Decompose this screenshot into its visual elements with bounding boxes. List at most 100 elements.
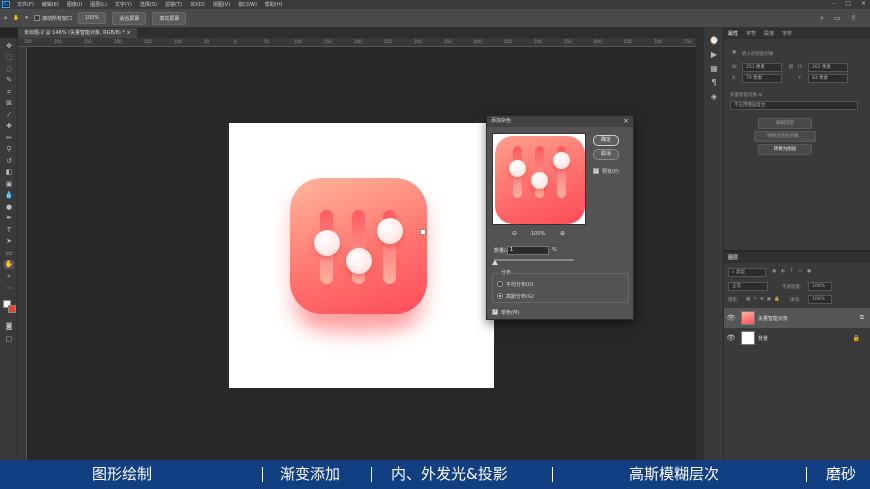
healing-tool-icon[interactable]: ✚ <box>4 122 14 131</box>
quick-select-tool-icon[interactable]: ✎ <box>4 76 14 85</box>
monochromatic-checkbox[interactable]: ✓ <box>492 309 498 315</box>
blend-mode-select[interactable]: 正常 <box>728 282 768 291</box>
eraser-tool-icon[interactable]: ◧ <box>4 168 14 177</box>
menu-image[interactable]: 图像(I) <box>63 1 86 8</box>
brush-tool-icon[interactable]: ✏ <box>4 134 14 143</box>
more-tools-icon[interactable]: ⋯ <box>4 284 14 293</box>
link-icon[interactable]: ⛓ <box>788 65 794 70</box>
edit-contents-button[interactable]: 编辑内容 <box>758 118 812 129</box>
fill-field[interactable]: 100% <box>808 295 832 304</box>
blur-tool-icon[interactable]: 💧 <box>4 191 14 200</box>
hand-tool-icon[interactable]: ✋ <box>13 15 19 21</box>
layer-comp-select[interactable]: 不应用图层复合 <box>730 101 858 110</box>
opacity-field[interactable]: 100% <box>808 282 832 291</box>
preview-checkbox[interactable]: ✓ <box>593 168 599 174</box>
menu-layer[interactable]: 图层(L) <box>86 1 111 8</box>
dialog-titlebar[interactable]: 添加杂色 × <box>487 116 633 127</box>
menu-window[interactable]: 窗口(W) <box>234 1 261 8</box>
fill-screen-button[interactable]: 填充屏幕 <box>152 11 187 25</box>
gradient-tool-icon[interactable]: ▣ <box>4 180 14 189</box>
path-select-tool-icon[interactable]: ➤ <box>4 237 14 246</box>
zoom-100-button[interactable]: 100% <box>77 12 107 24</box>
lock-icons[interactable]: ▦✎✥▣🔒 <box>746 297 783 302</box>
uniform-radio[interactable] <box>497 281 503 287</box>
close-icon[interactable]: × <box>623 116 629 127</box>
amount-input[interactable]: 1 <box>507 246 549 255</box>
layer-row[interactable]: 👁 背景 🔒 <box>724 328 870 348</box>
move-tool-icon[interactable]: ✥ <box>4 42 14 51</box>
tab-properties[interactable]: 属性 <box>728 30 738 37</box>
preview-icon <box>495 136 585 224</box>
history-brush-icon[interactable]: ↺ <box>4 157 14 166</box>
convert-to-layers-button[interactable]: 转换为图层 <box>758 144 812 155</box>
close-icon[interactable]: ✕ <box>861 0 866 9</box>
cancel-button[interactable]: 取消 <box>593 149 619 160</box>
tab-glyphs[interactable]: 字形 <box>782 30 792 37</box>
mixer-app-icon[interactable] <box>290 178 427 314</box>
hand-tool-icon[interactable]: ✋ <box>4 260 14 269</box>
actions-icon[interactable]: ▶ <box>709 50 719 60</box>
menu-view[interactable]: 视图(V) <box>209 1 234 8</box>
menu-edit[interactable]: 编辑(E) <box>38 1 63 8</box>
menu-type[interactable]: 文字(Y) <box>111 1 136 8</box>
ruler-tick-label: 0 <box>234 39 237 44</box>
h-field[interactable]: 262 像素 <box>808 63 848 72</box>
maximize-icon[interactable]: □ <box>845 0 851 9</box>
visibility-eye-icon[interactable]: 👁 <box>724 314 738 322</box>
stamp-tool-icon[interactable]: ⚲ <box>4 145 14 154</box>
menu-3d[interactable]: 3D(D) <box>186 2 209 8</box>
menu-file[interactable]: 文件(F) <box>13 1 38 8</box>
frame-tool-icon[interactable]: ⊠ <box>4 99 14 108</box>
ok-button[interactable]: 确定 <box>593 135 619 146</box>
type-tool-icon[interactable]: T <box>4 226 14 235</box>
menu-help[interactable]: 帮助(H) <box>261 1 287 8</box>
paragraph-icon[interactable]: ¶ <box>709 78 719 88</box>
ruler-tick-label: 350 <box>24 39 32 44</box>
amount-slider-thumb[interactable] <box>491 260 498 265</box>
layer-row[interactable]: 👁 矢量智能对象 ⧉ <box>724 308 870 328</box>
workspace-icon[interactable]: ▭ <box>834 14 841 23</box>
fit-screen-button[interactable]: 适合屏幕 <box>112 11 147 25</box>
home-icon[interactable]: ⌂ <box>4 15 7 21</box>
background-color-swatch[interactable] <box>8 305 16 313</box>
dodge-tool-icon[interactable]: ● <box>4 203 14 212</box>
visibility-eye-icon[interactable]: 👁 <box>724 334 738 342</box>
crop-tool-icon[interactable]: ⌗ <box>4 88 14 97</box>
x-field[interactable]: 79 像素 <box>742 74 782 83</box>
history-icon[interactable]: ⌚ <box>709 36 719 46</box>
zoom-tool-icon[interactable]: ⌕ <box>4 272 14 281</box>
screen-mode-icon[interactable]: ▢ <box>4 335 14 344</box>
tab-close-icon[interactable]: × <box>126 30 130 36</box>
tab-character[interactable]: 字符 <box>746 30 756 37</box>
quick-mask-icon[interactable]: ◙ <box>4 322 14 331</box>
minimize-icon[interactable]: – <box>832 0 835 9</box>
tab-paragraph[interactable]: 段落 <box>764 30 774 37</box>
y-field[interactable]: 83 像素 <box>808 74 848 83</box>
tab-layers[interactable]: 图层 <box>728 254 738 261</box>
dialog-preview[interactable] <box>492 133 586 225</box>
gaussian-radio[interactable] <box>497 293 503 299</box>
convert-linked-button[interactable]: 转换为链接对象... <box>754 131 816 142</box>
menu-select[interactable]: 选择(S) <box>136 1 161 8</box>
tools-panel: ✥ ⬚ ◌ ✎ ⌗ ⊠ ⁄ ✚ ✏ ⚲ ↺ ◧ ▣ 💧 ● ✒ T ➤ ▭ ✋ … <box>0 38 18 460</box>
transform-handle[interactable] <box>420 229 426 235</box>
search-icon[interactable]: ⌕ <box>820 14 824 23</box>
share-icon[interactable]: ⇪ <box>851 14 857 23</box>
photoshop-logo[interactable]: Ps <box>2 1 10 8</box>
layer-filter-icons[interactable]: ▣◐T▭● <box>772 269 816 274</box>
eyedropper-tool-icon[interactable]: ⁄ <box>4 111 14 120</box>
w-field[interactable]: 251 像素 <box>742 63 782 72</box>
pen-tool-icon[interactable]: ✒ <box>4 214 14 223</box>
layer-filter-select[interactable]: ⌕ 类型 <box>728 268 766 277</box>
3d-icon[interactable]: ◈ <box>709 92 719 102</box>
lasso-tool-icon[interactable]: ◌ <box>4 65 14 74</box>
amount-slider-track[interactable] <box>494 259 574 261</box>
brush-settings-icon[interactable]: ▦ <box>709 64 719 74</box>
zoom-out-icon[interactable]: ⊖ <box>512 230 517 237</box>
document-tab[interactable]: 未标题-2 @ 146% (矢量智能对象, RGB/8) * × <box>18 28 137 38</box>
menu-filter[interactable]: 滤镜(T) <box>161 1 186 8</box>
rectangle-tool-icon[interactable]: ▭ <box>4 249 14 258</box>
marquee-tool-icon[interactable]: ⬚ <box>4 53 14 62</box>
scroll-all-windows-checkbox[interactable]: 滚动所有窗口 <box>33 15 72 22</box>
zoom-in-icon[interactable]: ⊕ <box>560 230 565 237</box>
